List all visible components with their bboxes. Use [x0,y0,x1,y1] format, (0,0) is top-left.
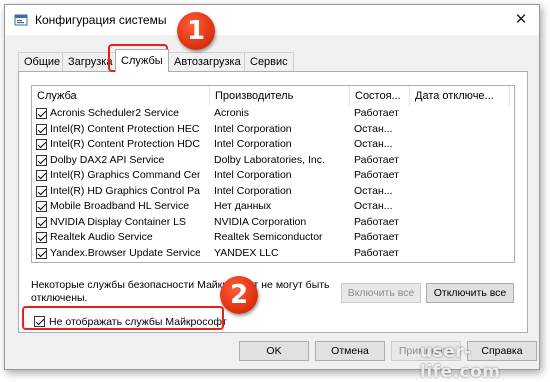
service-disabled-date [414,230,510,246]
security-note: Некоторые службы безопасности Майкрософт… [31,279,330,304]
step-1-badge: 1 [177,12,215,50]
service-status: Работает [354,215,399,228]
service-status: Остан... [354,122,393,135]
services-list: Служба Производитель Состоя... Дата откл… [31,85,515,263]
service-checkbox[interactable] [36,154,47,166]
service-checkbox[interactable] [36,108,47,119]
ok-button[interactable]: OK [239,341,309,361]
service-name: Mobile Broadband HL Service [50,200,190,212]
column-header-manufacturer[interactable]: Производитель [210,86,350,106]
service-disabled-date [414,106,510,122]
close-icon: ✕ [514,11,528,28]
list-header: Служба Производитель Состоя... Дата откл… [32,86,514,106]
service-name: Intel(R) Content Protection HDC... [50,138,200,150]
service-disabled-date [414,122,510,138]
service-name: Acronis Scheduler2 Service [50,107,179,119]
service-name: Realtek Audio Service [50,231,153,243]
step-2-badge: 2 [220,276,258,314]
service-name: Intel(R) HD Graphics Control Pa... [50,184,200,197]
table-row[interactable]: Yandex.Browser Update Service YANDEX LLC Р… [32,246,514,262]
enable-all-button[interactable]: Включить все [341,283,421,303]
service-disabled-date [414,215,510,231]
service-status: Работает [354,107,399,119]
service-disabled-date [414,246,510,262]
service-checkbox[interactable] [36,123,47,135]
service-disabled-date [414,199,510,215]
tab-tools[interactable]: Сервис [244,52,294,71]
service-status: Работает [354,153,399,166]
service-checkbox[interactable] [36,216,47,228]
service-manufacturer: Нет данных [214,200,272,212]
service-name: Intel(R) Content Protection HEC... [50,122,200,135]
tab-startup[interactable]: Автозагрузка [168,52,247,71]
service-name: Yandex.Browser Update Service [50,246,200,259]
column-header-disabled-date[interactable]: Дата отключе... [410,86,510,106]
service-manufacturer: Acronis [214,107,250,119]
service-checkbox[interactable] [36,170,47,181]
service-status: Работает [354,169,399,181]
service-manufacturer: Intel Corporation [214,169,292,181]
table-row[interactable]: Intel(R) Content Protection HDC... Intel … [32,137,514,153]
service-status: Остан... [354,200,393,212]
service-name: Intel(R) Graphics Command Cen... [50,169,200,181]
service-rows: Acronis Scheduler2 Service Acronis Работае… [32,106,514,261]
service-disabled-date [414,137,510,153]
table-row[interactable]: Intel(R) Content Protection HEC... Intel … [32,122,514,138]
service-disabled-date [414,153,510,169]
tab-general[interactable]: Общие [18,52,67,71]
table-row[interactable]: Dolby DAX2 API Service Dolby Laboratories… [32,153,514,169]
service-manufacturer: Dolby Laboratories, Inc. [214,153,325,166]
column-header-status[interactable]: Состоя... [350,86,410,106]
table-row[interactable]: Intel(R) HD Graphics Control Pa... Intel … [32,184,514,200]
table-row[interactable]: Intel(R) Graphics Command Cen... Intel Co… [32,168,514,184]
service-disabled-date [414,184,510,200]
service-checkbox[interactable] [36,185,47,197]
service-manufacturer: Intel Corporation [214,138,292,150]
service-manufacturer: Intel Corporation [214,122,292,135]
tab-strip: Общие Загрузка Службы Автозагрузка Серви… [18,49,538,72]
service-status: Остан... [354,184,393,197]
service-checkbox[interactable] [36,232,47,243]
watermark: user-life.com [420,342,501,382]
table-row[interactable]: Realtek Audio Service Realtek Semiconduct… [32,230,514,246]
window-title: Конфигурация системы [35,13,167,27]
service-status: Остан... [354,138,393,150]
service-name: Dolby DAX2 API Service [50,153,165,166]
service-status: Работает [354,231,399,243]
hide-microsoft-highlight [22,306,224,330]
service-manufacturer: Intel Corporation [214,184,292,197]
table-row[interactable]: Mobile Broadband HL Service Нет данных Ост… [32,199,514,215]
msconfig-app-icon [14,14,28,26]
table-row[interactable]: Acronis Scheduler2 Service Acronis Работае… [32,106,514,122]
service-manufacturer: Realtek Semiconductor [214,231,323,243]
cancel-button[interactable]: Отмена [315,341,385,361]
title-bar: Конфигурация системы ✕ [5,5,539,35]
tab-services[interactable]: Службы [115,49,169,72]
disable-all-button[interactable]: Отключить все [426,283,514,303]
service-checkbox[interactable] [36,201,47,212]
table-row[interactable]: NVIDIA Display Container LS NVIDIA Corpor… [32,215,514,231]
service-status: Работает [354,246,399,259]
column-header-service[interactable]: Служба [32,86,210,106]
service-manufacturer: NVIDIA Corporation [214,215,307,228]
service-checkbox[interactable] [36,139,47,150]
service-checkbox[interactable] [36,247,47,259]
close-button[interactable]: ✕ [503,5,539,35]
service-disabled-date [414,168,510,184]
service-name: NVIDIA Display Container LS [50,215,186,228]
services-panel: Служба Производитель Состоя... Дата откл… [18,71,528,333]
service-manufacturer: YANDEX LLC [214,246,279,259]
